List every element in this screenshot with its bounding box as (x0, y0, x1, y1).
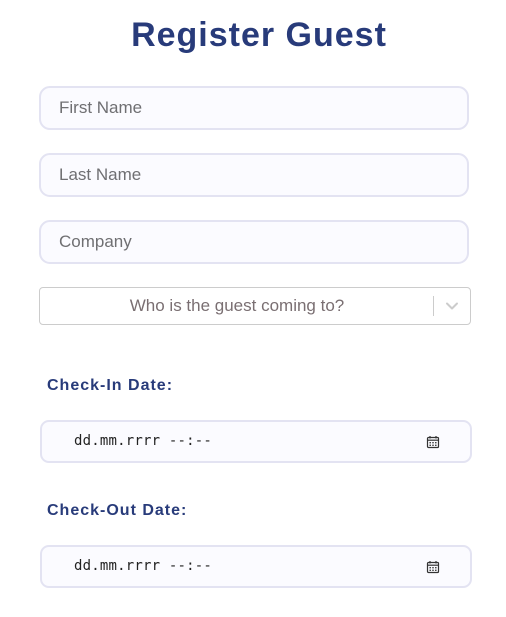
check-in-date-text: dd.mm.rrrr --:-- (74, 433, 213, 449)
calendar-icon[interactable] (426, 560, 440, 574)
company-input[interactable] (39, 220, 469, 264)
check-in-datetime-input[interactable]: dd.mm.rrrr --:-- (40, 420, 472, 463)
host-select[interactable]: Who is the guest coming to? (39, 287, 471, 325)
first-name-input[interactable] (39, 86, 469, 130)
select-separator (433, 296, 434, 316)
last-name-input[interactable] (39, 153, 469, 197)
calendar-icon[interactable] (426, 435, 440, 449)
host-select-placeholder: Who is the guest coming to? (129, 296, 345, 315)
check-out-label: Check-Out Date: (47, 502, 188, 519)
page-title: Register Guest (131, 16, 387, 54)
check-in-label: Check-In Date: (47, 377, 174, 394)
check-out-datetime-input[interactable]: dd.mm.rrrr --:-- (40, 545, 472, 588)
chevron-down-icon[interactable] (444, 299, 460, 313)
check-out-date-text: dd.mm.rrrr --:-- (74, 558, 213, 574)
